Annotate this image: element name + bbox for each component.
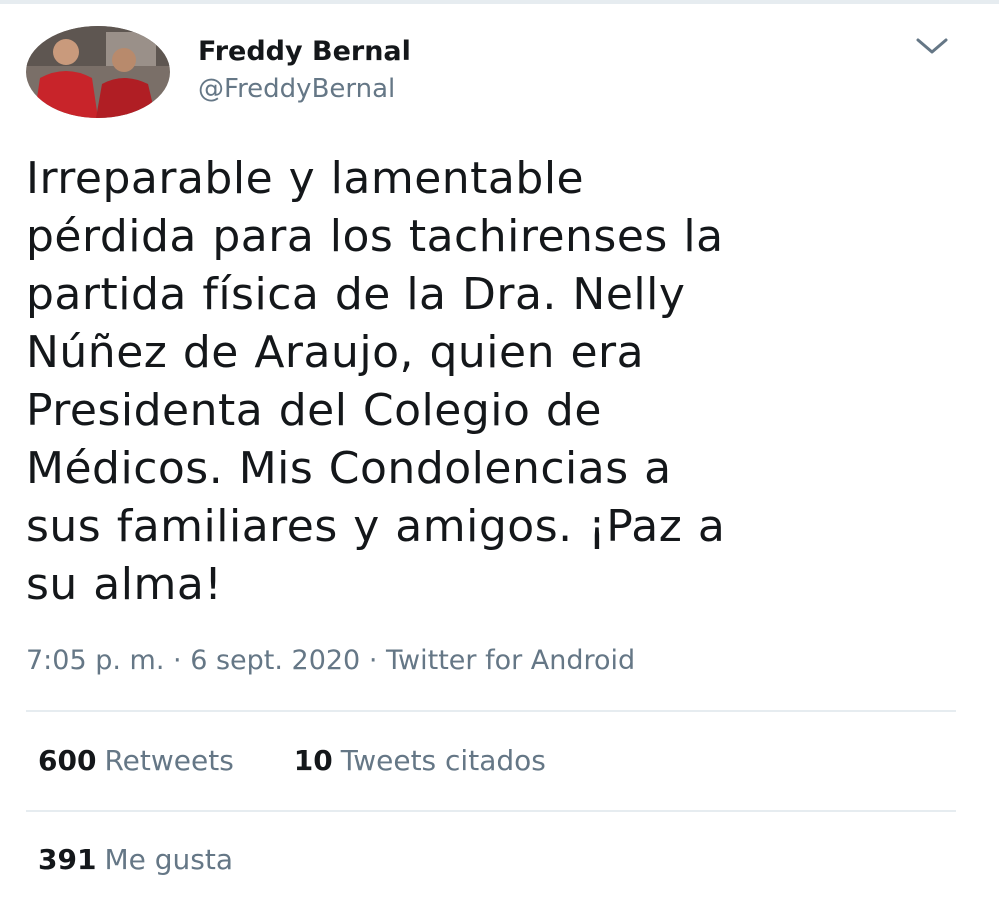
retweets-count: 600 — [38, 744, 97, 777]
tweet-source[interactable]: Twitter for Android — [386, 645, 635, 676]
tweet-text-line: su alma! — [26, 559, 223, 610]
quotes-count: 10 — [293, 744, 333, 777]
tweet-text-line: Médicos. Mis Condolencias a — [26, 443, 672, 494]
tweet-card: Freddy Bernal @FreddyBernal Irreparable … — [0, 0, 999, 904]
author-handle[interactable]: @FreddyBernal — [198, 74, 395, 104]
tweet-text-line: sus familiares y amigos. ¡Paz a — [26, 501, 726, 552]
author-name[interactable]: Freddy Bernal — [198, 36, 411, 67]
tweet-meta: 7:05 p. m. · 6 sept. 2020 · Twitter for … — [26, 645, 635, 676]
stats-row: 600 Retweets 10 Tweets citados — [38, 744, 606, 777]
avatar-photo — [26, 26, 170, 118]
divider — [26, 710, 956, 712]
likes-label: Me gusta — [104, 843, 233, 876]
quotes-label: Tweets citados — [340, 744, 546, 777]
tweet-text: Irreparable y lamentable pérdida para lo… — [26, 150, 971, 614]
tweet-text-line: Núñez de Araujo, quien era — [26, 327, 645, 378]
divider — [26, 810, 956, 812]
tweet-text-line: pérdida para los tachirenses la — [26, 211, 724, 262]
tweet-text-line: Presidenta del Colegio de — [26, 385, 602, 436]
likes-count: 391 — [38, 843, 97, 876]
retweets-stat[interactable]: 600 Retweets — [38, 744, 234, 777]
tweet-text-line: Irreparable y lamentable — [26, 153, 585, 204]
likes-row: 391 Me gusta — [38, 843, 293, 876]
meta-separator: · — [173, 645, 182, 676]
quotes-stat[interactable]: 10 Tweets citados — [294, 744, 546, 777]
meta-separator: · — [368, 645, 378, 676]
retweets-label: Retweets — [104, 744, 234, 777]
avatar[interactable] — [26, 26, 170, 118]
likes-stat[interactable]: 391 Me gusta — [38, 843, 233, 876]
tweet-text-line: partida física de la Dra. Nelly — [26, 269, 686, 320]
tweet-date[interactable]: 6 sept. 2020 — [190, 645, 360, 676]
tweet-time[interactable]: 7:05 p. m. — [26, 645, 164, 676]
chevron-down-icon[interactable] — [912, 28, 952, 64]
